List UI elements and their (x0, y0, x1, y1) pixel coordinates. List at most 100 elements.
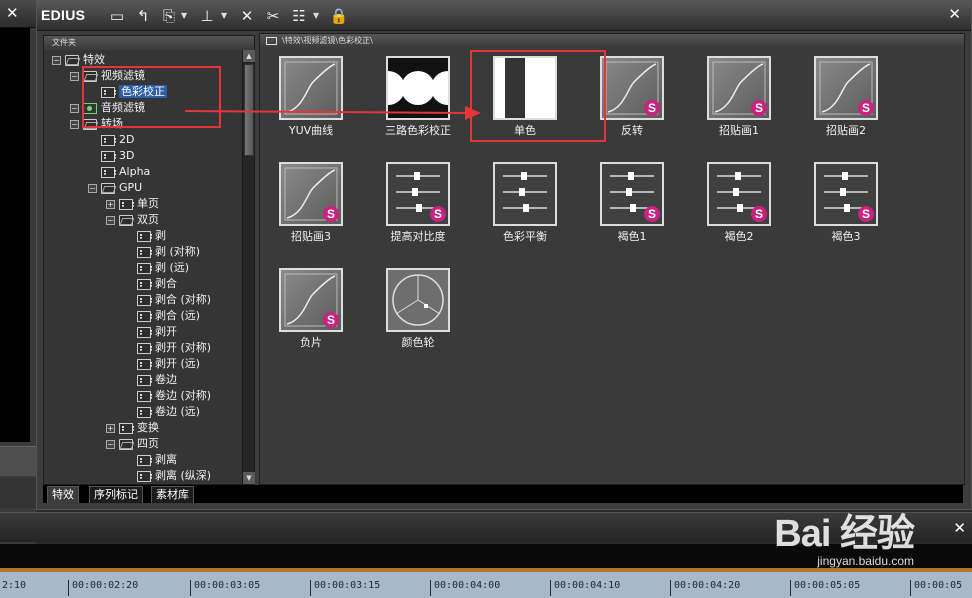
effect-item[interactable]: S 提高对比度 (367, 156, 457, 256)
effect-item[interactable]: S 招贴画2 (795, 50, 885, 150)
scroll-up-icon[interactable]: ▲ (243, 50, 255, 62)
collapse-icon[interactable]: − (106, 439, 115, 449)
tree-item-label: 3D (119, 149, 135, 162)
tree-item[interactable]: 剥 (124, 228, 166, 244)
close-icon[interactable]: ✕ (953, 519, 966, 537)
effect-label: 招贴画3 (291, 230, 331, 243)
collapse-icon[interactable]: − (70, 103, 79, 113)
tree-item[interactable]: 卷边 (对称) (124, 388, 211, 404)
timeline-ruler[interactable]: 2:10 00:00:02:20 00:00:03:05 00:00:03:15 00:… (0, 572, 972, 598)
effect-item[interactable]: 三路色彩校正 (367, 50, 457, 150)
tree-item-label: 卷边 (对称) (155, 389, 212, 402)
collapse-icon[interactable]: − (70, 119, 79, 129)
close-icon[interactable]: ✕ (6, 4, 19, 22)
tree-item-label: 剥合 (对称) (155, 293, 212, 306)
close-icon[interactable]: ✕ (948, 5, 961, 23)
timecode-label: 2:10 (2, 580, 27, 591)
ruler-tick (310, 580, 311, 596)
tree-item[interactable]: 剥 (远) (124, 260, 189, 276)
effect-item[interactable]: 色彩平衡 (474, 156, 564, 256)
effect-item[interactable]: S 负片 (260, 262, 350, 362)
tree-item[interactable]: 剥合 (对称) (124, 292, 211, 308)
sliders-thumbnail-icon (493, 162, 557, 226)
tree-item-label: 卷边 (远) (155, 405, 201, 418)
tree-item-label: 剥合 (远) (155, 309, 201, 322)
effect-label: 三路色彩校正 (385, 124, 451, 137)
tree-item[interactable]: 剥 (对称) (124, 244, 200, 260)
chevron-down-icon[interactable]: ▼ (181, 11, 187, 20)
tree-item[interactable]: 剥离 (124, 452, 177, 468)
gpu-badge-icon: S (751, 100, 767, 116)
cut-icon[interactable]: ✂ (263, 6, 283, 26)
expand-icon[interactable]: + (106, 199, 115, 209)
effect-item[interactable]: S 褐色2 (688, 156, 778, 256)
effect-icon (101, 134, 116, 146)
tree-item[interactable]: 剥合 (远) (124, 308, 200, 324)
tree-item[interactable]: Alpha (88, 164, 150, 180)
ruler-tick (670, 580, 671, 596)
player-preview (0, 28, 30, 442)
effect-label: YUV曲线 (288, 124, 334, 137)
effect-label: 褐色3 (831, 230, 861, 243)
effect-item[interactable]: S 招贴画1 (688, 50, 778, 150)
tree-item[interactable]: 2D (88, 132, 134, 148)
chevron-down-icon[interactable]: ▼ (221, 11, 227, 20)
effect-item[interactable]: 颜色轮 (367, 262, 457, 362)
tree-item[interactable]: − 四页 (106, 436, 159, 452)
tree-item[interactable]: + 变换 (106, 420, 159, 436)
effect-item[interactable]: S 褐色1 (581, 156, 671, 256)
tree-item[interactable]: 剥开 (对称) (124, 340, 211, 356)
import-icon[interactable]: ⊥ (197, 6, 217, 26)
ruler-tick (910, 580, 911, 596)
effect-item[interactable]: S 招贴画3 (260, 156, 350, 256)
collapse-icon[interactable]: − (70, 71, 79, 81)
tree-item[interactable]: 卷边 (远) (124, 404, 200, 420)
collapse-icon[interactable]: − (106, 215, 115, 225)
effect-icon (101, 166, 116, 178)
effect-icon (137, 406, 152, 418)
ruler-tick (68, 580, 69, 596)
collapse-icon[interactable]: − (52, 55, 61, 65)
curve-thumbnail-icon: S (279, 162, 343, 226)
effect-label: 负片 (300, 336, 322, 349)
tree-item-label: 剥 (对称) (155, 245, 201, 258)
gpu-badge-icon: S (751, 206, 767, 222)
timecode-label: 00:00:04:00 (434, 580, 501, 591)
tree-item[interactable]: + 单页 (106, 196, 159, 212)
effect-icon (137, 390, 152, 402)
ruler-tick (790, 580, 791, 596)
tree-item[interactable]: 剥离 (纵深) (124, 468, 211, 484)
collapse-icon[interactable]: − (88, 183, 97, 193)
ruler-tick (550, 580, 551, 596)
effect-icon (137, 310, 152, 322)
curve-thumbnail-icon: S (600, 56, 664, 120)
lock-icon[interactable]: 🔒 (329, 6, 349, 26)
effect-item[interactable]: YUV曲线 (260, 50, 350, 150)
tree-item[interactable]: 剥合 (124, 276, 177, 292)
timecode-label: 00:00:03:05 (194, 580, 261, 591)
tab-effects[interactable]: 特效 (47, 486, 79, 503)
effect-icon (137, 342, 152, 354)
tree-item[interactable]: 剥开 (远) (124, 356, 200, 372)
tree-item[interactable]: 卷边 (124, 372, 177, 388)
tree-item-label: 单页 (137, 197, 159, 210)
effect-item[interactable]: S 褐色3 (795, 156, 885, 256)
timecode-label: 00:00:05:05 (794, 580, 861, 591)
view-icon[interactable]: ☷ (289, 6, 309, 26)
tab-bin[interactable]: 素材库 (151, 486, 194, 503)
tree-item[interactable]: − GPU (88, 180, 142, 196)
new-folder-icon[interactable]: ▭ (107, 6, 127, 26)
scroll-down-icon[interactable]: ▼ (243, 472, 255, 484)
chevron-down-icon[interactable]: ▼ (313, 11, 319, 20)
tree-item[interactable]: 剥开 (124, 324, 177, 340)
ruler-tick (430, 580, 431, 596)
up-folder-icon[interactable]: ↰ (133, 6, 153, 26)
timecode-label: 00:00:04:20 (674, 580, 741, 591)
tree-item[interactable]: 3D (88, 148, 134, 164)
delete-icon[interactable]: ✕ (237, 6, 257, 26)
expand-icon[interactable]: + (106, 423, 115, 433)
tab-sequence-markers[interactable]: 序列标记 (89, 486, 143, 503)
tree-item[interactable]: − 双页 (106, 212, 159, 228)
effect-icon (119, 422, 134, 434)
paste-icon[interactable]: ⎘ (159, 6, 179, 26)
